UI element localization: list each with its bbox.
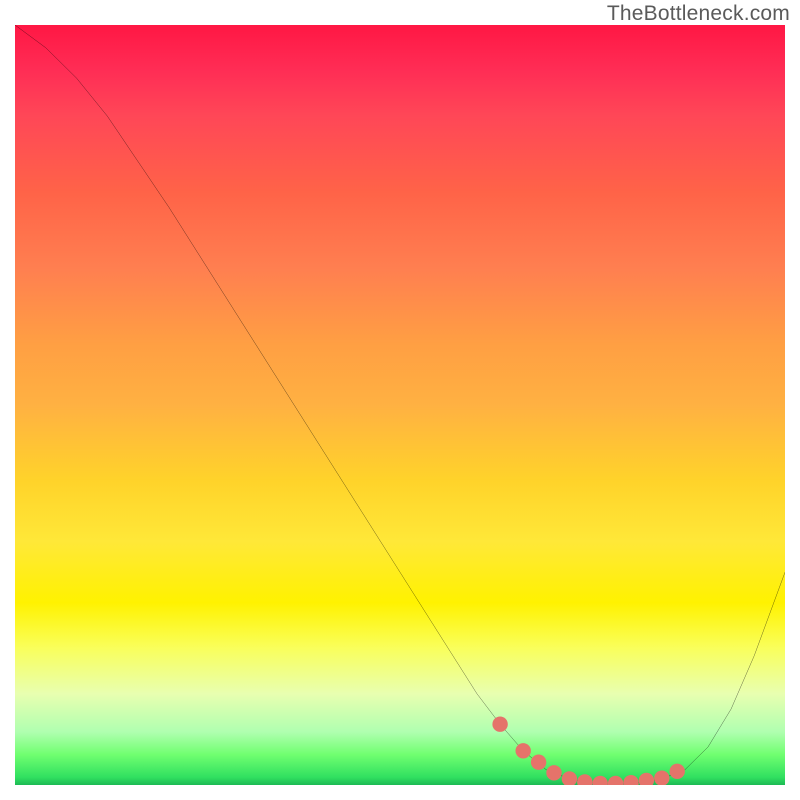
bottleneck-chart: TheBottleneck.com bbox=[0, 0, 800, 800]
heatmap-gradient-background bbox=[15, 25, 785, 785]
attribution-watermark: TheBottleneck.com bbox=[607, 2, 790, 26]
plot-area bbox=[15, 25, 785, 785]
